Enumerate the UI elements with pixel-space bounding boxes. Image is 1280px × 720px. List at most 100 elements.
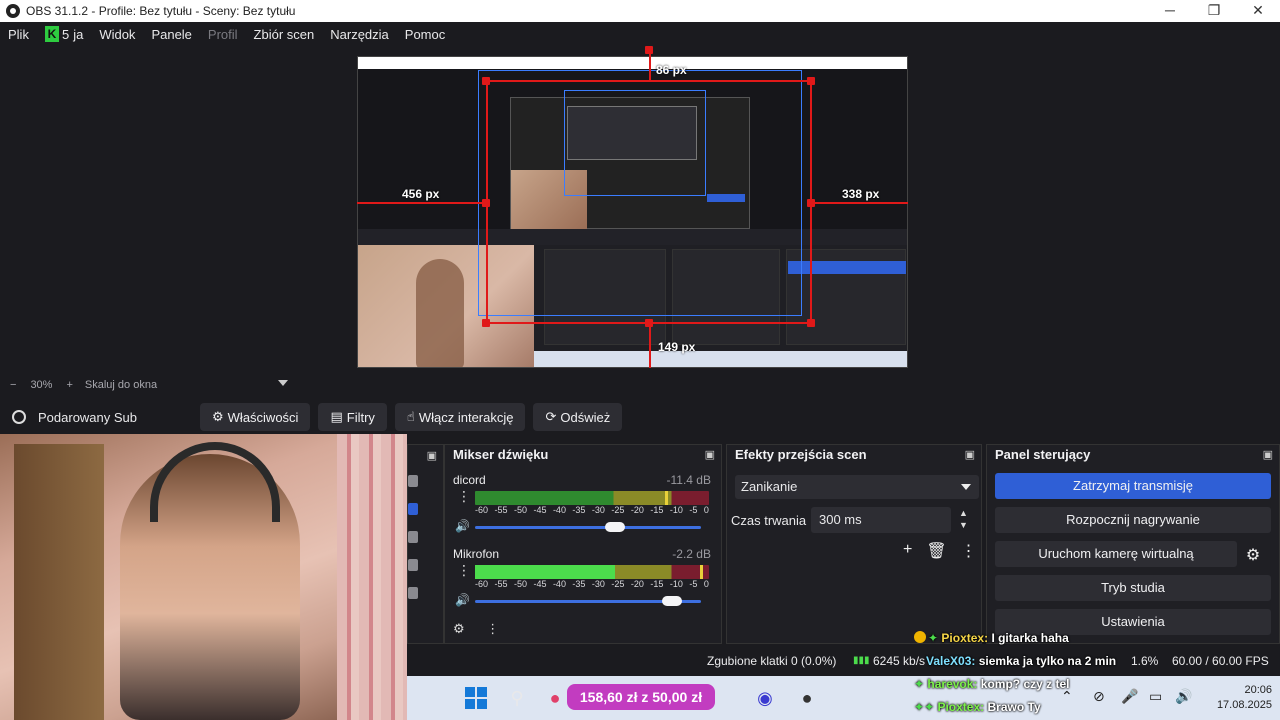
menu-file[interactable]: Plik bbox=[0, 27, 37, 42]
resize-handle-bottom[interactable] bbox=[645, 319, 653, 327]
lock-icon[interactable] bbox=[408, 503, 418, 515]
scene-transitions-dock: Efekty przejścia scen ▣ Zanikanie Czas t… bbox=[726, 444, 982, 644]
transform-top-edge bbox=[486, 80, 812, 82]
volume-slider-handle[interactable] bbox=[662, 596, 682, 606]
meter-ticks: -60 -55 -50 -45 -40 -35 -30 -25 -20 -15 -10 -5 0 bbox=[475, 579, 709, 589]
dock-restore-icon[interactable]: ▣ bbox=[427, 449, 437, 462]
close-button[interactable]: ✕ bbox=[1236, 0, 1280, 22]
taskbar-clock[interactable]: 20:06 17.08.2025 bbox=[1217, 683, 1272, 713]
chat-message: ✦✦ Pioxtex: Brawo Ty bbox=[914, 700, 1041, 714]
resize-handle-bottom-right[interactable] bbox=[807, 319, 815, 327]
stop-stream-button[interactable]: Zatrzymaj transmisję bbox=[995, 473, 1271, 499]
meter-tick-label: -20 bbox=[630, 505, 644, 515]
guide-top-handle[interactable] bbox=[645, 46, 653, 54]
windows-start-icon[interactable] bbox=[465, 687, 487, 709]
resize-handle-left[interactable] bbox=[482, 199, 490, 207]
mixer-title: Mikser dźwięku bbox=[453, 447, 549, 462]
volume-icon[interactable]: 🔊 bbox=[1175, 688, 1192, 705]
meter-tick-label: -55 bbox=[494, 505, 508, 515]
mixer-menu-icon[interactable]: ⋮ bbox=[486, 621, 499, 636]
recording-app-icon[interactable]: ● bbox=[795, 686, 819, 710]
lock-icon[interactable] bbox=[408, 531, 418, 543]
meter-tick-label: -15 bbox=[650, 579, 664, 589]
interact-button[interactable]: ☝ Włącz interakcję bbox=[394, 403, 526, 431]
channel-menu-icon[interactable]: ⋮ bbox=[457, 563, 471, 577]
webcam-wallpaper bbox=[337, 434, 407, 720]
properties-label: Właściwości bbox=[227, 409, 299, 425]
fps-counter: 60.00 / 60.00 FPS bbox=[1172, 654, 1269, 668]
properties-button[interactable]: ⚙ Właściwości bbox=[200, 403, 311, 431]
copilot-icon[interactable]: ● bbox=[543, 686, 567, 710]
zoom-out-button[interactable]: − bbox=[10, 379, 16, 391]
resize-handle-top-right[interactable] bbox=[807, 77, 815, 85]
transition-select[interactable]: Zanikanie bbox=[735, 475, 979, 499]
lock-icon[interactable] bbox=[408, 559, 418, 571]
transition-selected: Zanikanie bbox=[741, 479, 798, 494]
search-icon[interactable]: ⚲ bbox=[505, 686, 529, 710]
dock-restore-icon[interactable]: ▣ bbox=[705, 448, 715, 461]
menu-profile[interactable]: Profil bbox=[200, 27, 246, 42]
volume-slider-handle[interactable] bbox=[605, 522, 625, 532]
menu-view[interactable]: Widok bbox=[91, 27, 143, 42]
bitrate: 6245 kb/s bbox=[873, 654, 926, 668]
controls-dock: Panel sterujący ▣ Zatrzymaj transmisję R… bbox=[986, 444, 1280, 644]
filters-button[interactable]: ▤ Filtry bbox=[318, 403, 387, 431]
lock-icon[interactable] bbox=[408, 475, 418, 487]
spin-down-icon[interactable]: ▼ bbox=[959, 519, 968, 531]
mixer-settings-gear-icon[interactable]: ⚙ bbox=[453, 621, 465, 636]
zoom-level: 30% bbox=[30, 379, 53, 391]
network-off-icon[interactable]: ⊘ bbox=[1093, 688, 1105, 705]
duration-input[interactable]: 300 ms bbox=[811, 507, 951, 533]
meter-tick-label: -40 bbox=[552, 505, 566, 515]
scale-mode-select[interactable]: Skaluj do okna bbox=[85, 379, 157, 391]
distance-label-top: 86 px bbox=[656, 63, 687, 77]
meter-tick-label: -60 bbox=[475, 579, 489, 589]
duration-label: Czas trwania bbox=[731, 513, 807, 528]
gear-icon[interactable]: ⚙ bbox=[1239, 543, 1267, 569]
volume-slider[interactable] bbox=[475, 596, 701, 606]
spin-up-icon[interactable]: ▲ bbox=[959, 507, 968, 519]
dock-restore-icon[interactable]: ▣ bbox=[1263, 448, 1273, 461]
chevron-down-icon[interactable] bbox=[278, 380, 288, 386]
resize-handle-bottom-left[interactable] bbox=[482, 319, 490, 327]
network-signal-icon: ▮▮▮ bbox=[853, 655, 870, 666]
trash-icon[interactable]: 🗑 bbox=[926, 541, 946, 561]
menu-docks[interactable]: Panele bbox=[143, 27, 199, 42]
add-transition-icon[interactable]: + bbox=[903, 541, 912, 561]
start-recording-button[interactable]: Rozpocznij nagrywanie bbox=[995, 507, 1271, 533]
refresh-button[interactable]: ⟳ Odśwież bbox=[533, 403, 623, 431]
menu-tools[interactable]: Narzędzia bbox=[322, 27, 397, 42]
resize-handle-right[interactable] bbox=[807, 199, 815, 207]
meter-tick-label: -40 bbox=[552, 579, 566, 589]
edit-overlay-badge: K bbox=[44, 26, 59, 42]
duration-spinner[interactable]: ▲ ▼ bbox=[959, 507, 968, 531]
studio-mode-button[interactable]: Tryb studia bbox=[995, 575, 1271, 601]
resize-handle-top-left[interactable] bbox=[482, 77, 490, 85]
preview-nested-taskbar bbox=[534, 351, 907, 367]
donation-goal-overlay: 158,60 zł z 50,00 zł bbox=[567, 684, 715, 710]
menu-scene-collection[interactable]: Zbiór scen bbox=[246, 27, 323, 42]
meter-peak bbox=[700, 565, 703, 579]
chevron-down-icon bbox=[961, 484, 971, 490]
meter-tick-label: -45 bbox=[533, 505, 547, 515]
obs-taskbar-icon[interactable]: ◉ bbox=[753, 686, 777, 710]
meter-tick-label: -35 bbox=[572, 579, 586, 589]
microphone-icon[interactable]: 🎤 bbox=[1121, 688, 1138, 705]
display-icon[interactable]: ▭ bbox=[1149, 688, 1162, 705]
dock-restore-icon[interactable]: ▣ bbox=[965, 448, 975, 461]
speaker-icon[interactable]: 🔊 bbox=[455, 593, 470, 607]
mixer-channel-mikrofon: Mikrofon -2.2 dB ⋮ -60 -55 -50 -45 -40 -35 -30… bbox=[453, 547, 711, 611]
channel-menu-icon[interactable]: ⋮ bbox=[457, 489, 471, 503]
minimize-button[interactable]: ─ bbox=[1148, 0, 1192, 22]
transition-menu-icon[interactable]: ⋮ bbox=[961, 541, 977, 561]
virtual-camera-button[interactable]: Uruchom kamerę wirtualną bbox=[995, 541, 1237, 567]
menu-help[interactable]: Pomoc bbox=[397, 27, 453, 42]
meter-ticks: -60 -55 -50 -45 -40 -35 -30 -25 -20 -15 -10 -5 0 bbox=[475, 505, 709, 515]
maximize-button[interactable]: ❐ bbox=[1192, 0, 1236, 22]
menu-edit[interactable]: K 5 ja bbox=[37, 26, 91, 42]
zoom-in-button[interactable]: + bbox=[66, 379, 72, 391]
speaker-icon[interactable]: 🔊 bbox=[455, 519, 470, 533]
volume-slider[interactable] bbox=[475, 522, 701, 532]
cpu-usage: 1.6% bbox=[1131, 654, 1159, 668]
lock-icon[interactable] bbox=[408, 587, 418, 599]
